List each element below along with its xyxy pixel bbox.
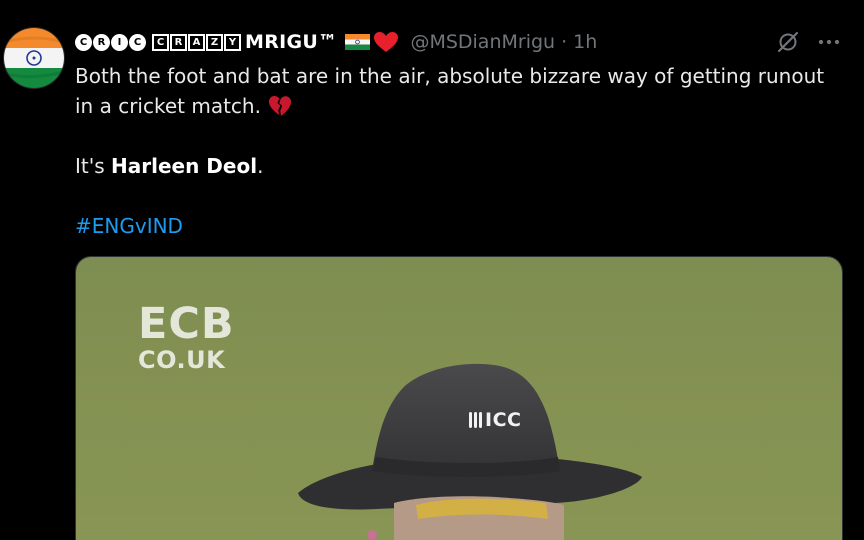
tweet-text: Both the foot and bat are in the air, ab…: [75, 61, 845, 241]
name-glyphs-circled: C R I C: [75, 33, 146, 51]
author-handle[interactable]: @MSDianMrigu: [410, 31, 555, 53]
watermark-bottom: CO.UK: [138, 346, 226, 374]
ecb-watermark: ECB CO.UK: [138, 299, 235, 374]
broken-heart-icon: [268, 96, 291, 116]
display-name[interactable]: C R I C C R A Z Y MRIGU™: [75, 30, 400, 54]
icc-marks-icon: [469, 412, 482, 428]
name-glyph: C: [129, 33, 146, 51]
display-name-tail: MRIGU™: [245, 31, 338, 53]
grok-slash-icon[interactable]: [776, 30, 800, 54]
text-line: in a cricket match.: [75, 91, 845, 121]
india-flag-icon: [345, 34, 371, 50]
red-heart-icon: [374, 32, 399, 52]
separator-dot: ·: [561, 31, 568, 53]
name-glyph: I: [111, 33, 128, 51]
player-name: Harleen Deol: [111, 154, 258, 178]
name-glyph: R: [170, 33, 187, 51]
name-glyphs-squared: C R A Z Y: [152, 33, 241, 51]
name-glyph: R: [93, 33, 110, 51]
text-line: Both the foot and bat are in the air, ab…: [75, 64, 825, 88]
icc-hat-logo: ICC: [469, 409, 521, 431]
tweet-header: C R I C C R A Z Y MRIGU™ @MSDianMrigu · …: [75, 28, 597, 56]
tweet-media[interactable]: ECB CO.UK ICC: [75, 256, 843, 540]
text-line: It's Harleen Deol.: [75, 151, 845, 181]
text-line-content: in a cricket match.: [75, 94, 261, 118]
avatar[interactable]: [4, 28, 64, 88]
icc-logo-text: ICC: [485, 409, 522, 431]
name-glyph: Z: [206, 33, 223, 51]
name-glyph: C: [75, 33, 92, 51]
tweet[interactable]: C R I C C R A Z Y MRIGU™ @MSDianMrigu · …: [0, 0, 864, 540]
name-glyph: C: [152, 33, 169, 51]
name-glyph: Y: [224, 33, 241, 51]
text-prefix: It's: [75, 154, 112, 178]
tweet-time[interactable]: 1h: [573, 31, 597, 53]
more-dots-icon[interactable]: [816, 30, 842, 54]
watermark-top: ECB: [138, 299, 235, 349]
hashtag-link[interactable]: #ENGvIND: [75, 214, 183, 238]
text-suffix: .: [257, 154, 264, 178]
name-glyph: A: [188, 33, 205, 51]
india-flag-avatar-icon: [4, 28, 64, 88]
